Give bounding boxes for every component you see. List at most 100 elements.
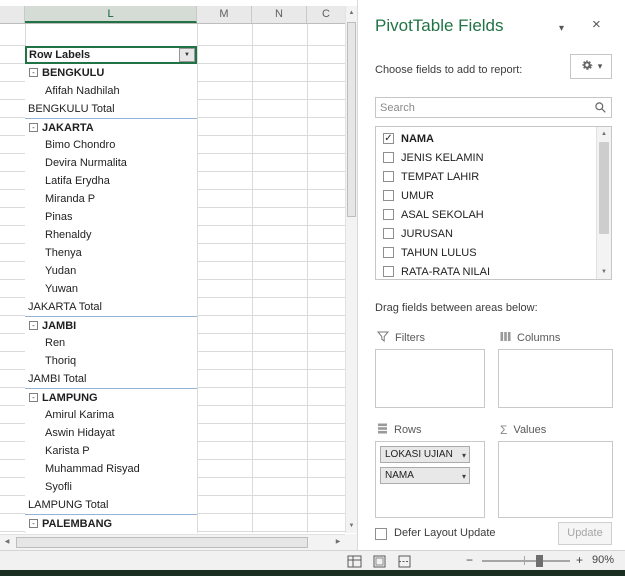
pivot-row-label: Syofli [45,481,72,493]
field-list-scrollbar[interactable]: ▲ ▼ [596,127,611,279]
scroll-down-icon[interactable]: ▼ [346,519,357,533]
field-item[interactable]: UMUR [376,186,595,205]
collapse-icon[interactable]: - [29,519,38,528]
field-item[interactable]: ASAL SEKOLAH [376,205,595,224]
checkbox-unchecked-icon[interactable] [383,266,394,277]
zoom-slider-track[interactable] [482,560,570,562]
columns-drop-area[interactable] [498,349,613,408]
chevron-down-icon[interactable]: ▾ [462,448,466,463]
collapse-icon[interactable]: - [29,123,38,132]
scroll-down-icon[interactable]: ▼ [597,265,611,279]
pivot-row-item[interactable]: Pinas [25,208,197,226]
chevron-down-icon[interactable]: ▾ [462,469,466,484]
zoom-out-button[interactable]: − [466,553,473,567]
pivot-row-total[interactable]: JAMBI Total [25,370,197,388]
scroll-up-icon[interactable]: ▲ [346,6,357,20]
pivot-row-item[interactable]: Afifah Nadhilah [25,82,197,100]
defer-layout-checkbox[interactable] [375,528,387,540]
column-header-N[interactable]: N [252,6,307,23]
pivot-row-item[interactable]: Aswin Hidayat [25,424,197,442]
checkbox-unchecked-icon[interactable] [383,152,394,163]
pivot-row-item[interactable]: Yuwan [25,280,197,298]
pivot-row-item[interactable]: Miranda P [25,190,197,208]
field-item[interactable]: TAHUN LULUS [376,243,595,262]
pivot-row-item[interactable]: Rhenaldy [25,226,197,244]
filters-drop-area[interactable] [375,349,485,408]
pivot-row-item[interactable]: Devira Nurmalita [25,154,197,172]
column-header-M[interactable]: M [197,6,252,23]
scroll-left-icon[interactable]: ◀ [0,535,14,550]
field-label: JURUSAN [401,227,453,240]
field-item[interactable]: RATA-RATA NILAI [376,262,595,279]
pivot-row-item[interactable]: Muhammad Risyad [25,460,197,478]
zoom-level[interactable]: 90% [592,554,614,566]
pivot-row-item[interactable]: Bimo Chondro [25,136,197,154]
horizontal-scrollbar-thumb[interactable] [16,537,308,548]
page-layout-view-icon[interactable] [370,553,388,569]
rows-drop-area[interactable]: LOKASI UJIAN ▾ NAMA ▾ [375,441,485,518]
collapse-icon[interactable]: - [29,393,38,402]
collapse-icon[interactable]: - [29,321,38,330]
pivot-row-label: LAMPUNG Total [28,499,109,511]
tools-button[interactable]: ▾ [570,54,612,79]
normal-view-icon[interactable] [345,553,363,569]
pivot-row-item[interactable]: Syofli [25,478,197,496]
pivot-row-item[interactable]: Yudan [25,262,197,280]
update-button[interactable]: Update [558,522,612,545]
pivot-row-item[interactable]: Thoriq [25,352,197,370]
pivot-row-label: JAKARTA Total [28,301,102,313]
checkbox-unchecked-icon[interactable] [383,171,394,182]
checkbox-unchecked-icon[interactable] [383,228,394,239]
field-list: ✓ NAMA JENIS KELAMIN TEMPAT LAHIR UMUR ASAL S… [375,126,612,280]
zoom-slider-tick [524,556,525,565]
page-break-preview-icon[interactable] [395,553,413,569]
pivot-row-item[interactable]: Karista P [25,442,197,460]
column-header-stub[interactable] [0,6,25,23]
checkbox-checked-icon[interactable]: ✓ [383,133,394,144]
scroll-right-icon[interactable]: ▶ [331,535,345,550]
pivot-row-group[interactable]: - PALEMBANG [25,514,197,532]
pivot-row-label: Thenya [45,247,82,259]
pivot-row-item[interactable]: Ren [25,334,197,352]
checkbox-unchecked-icon[interactable] [383,190,394,201]
scroll-up-icon[interactable]: ▲ [597,127,611,141]
pivot-row-total[interactable]: JAKARTA Total [25,298,197,316]
vertical-scrollbar-thumb[interactable] [347,22,356,217]
pane-close-icon[interactable]: × [592,16,601,33]
field-list-scrollbar-thumb[interactable] [599,142,609,234]
pivot-row-group[interactable]: - JAMBI [25,316,197,334]
pivot-row-item[interactable]: Amirul Karima [25,406,197,424]
pane-options-caret-icon[interactable]: ▾ [559,23,564,34]
column-header-L[interactable]: L [25,6,197,23]
pivot-row-item[interactable]: Latifa Erydha [25,172,197,190]
horizontal-scrollbar[interactable]: ◀ ▶ [0,534,345,550]
filters-area-label: Filters [395,332,425,344]
row-area-field-chip[interactable]: NAMA ▾ [380,467,470,484]
pivot-row-header[interactable]: Row Labels ▼ [25,46,197,64]
field-item[interactable]: TEMPAT LAHIR [376,167,595,186]
pivot-row-group[interactable]: - JAKARTA [25,118,197,136]
pivot-row-group[interactable]: - LAMPUNG [25,388,197,406]
column-header-O[interactable]: C [307,6,345,23]
pivot-row-group[interactable]: - BENGKULU [25,64,197,82]
vertical-scrollbar[interactable]: ▲ ▼ [345,6,357,533]
zoom-in-button[interactable]: + [576,553,583,567]
row-area-field-chip[interactable]: LOKASI UJIAN ▾ [380,446,470,463]
checkbox-unchecked-icon[interactable] [383,209,394,220]
collapse-icon[interactable]: - [29,68,38,77]
search-input[interactable] [380,99,589,116]
search-icon[interactable] [594,101,607,117]
drag-fields-label: Drag fields between areas below: [375,302,538,314]
pivot-row-total[interactable]: BENGKULU Total [25,100,197,118]
gridline-vertical [197,24,198,533]
pivot-row-total[interactable]: LAMPUNG Total [25,496,197,514]
rows-icon [377,423,388,437]
field-item[interactable]: ✓ NAMA [376,129,595,148]
values-drop-area[interactable] [498,441,613,518]
pivot-row-item[interactable]: Thenya [25,244,197,262]
checkbox-unchecked-icon[interactable] [383,247,394,258]
row-labels-filter-button[interactable]: ▼ [179,48,195,62]
field-item[interactable]: JENIS KELAMIN [376,148,595,167]
zoom-slider-thumb[interactable] [536,555,543,567]
field-item[interactable]: JURUSAN [376,224,595,243]
